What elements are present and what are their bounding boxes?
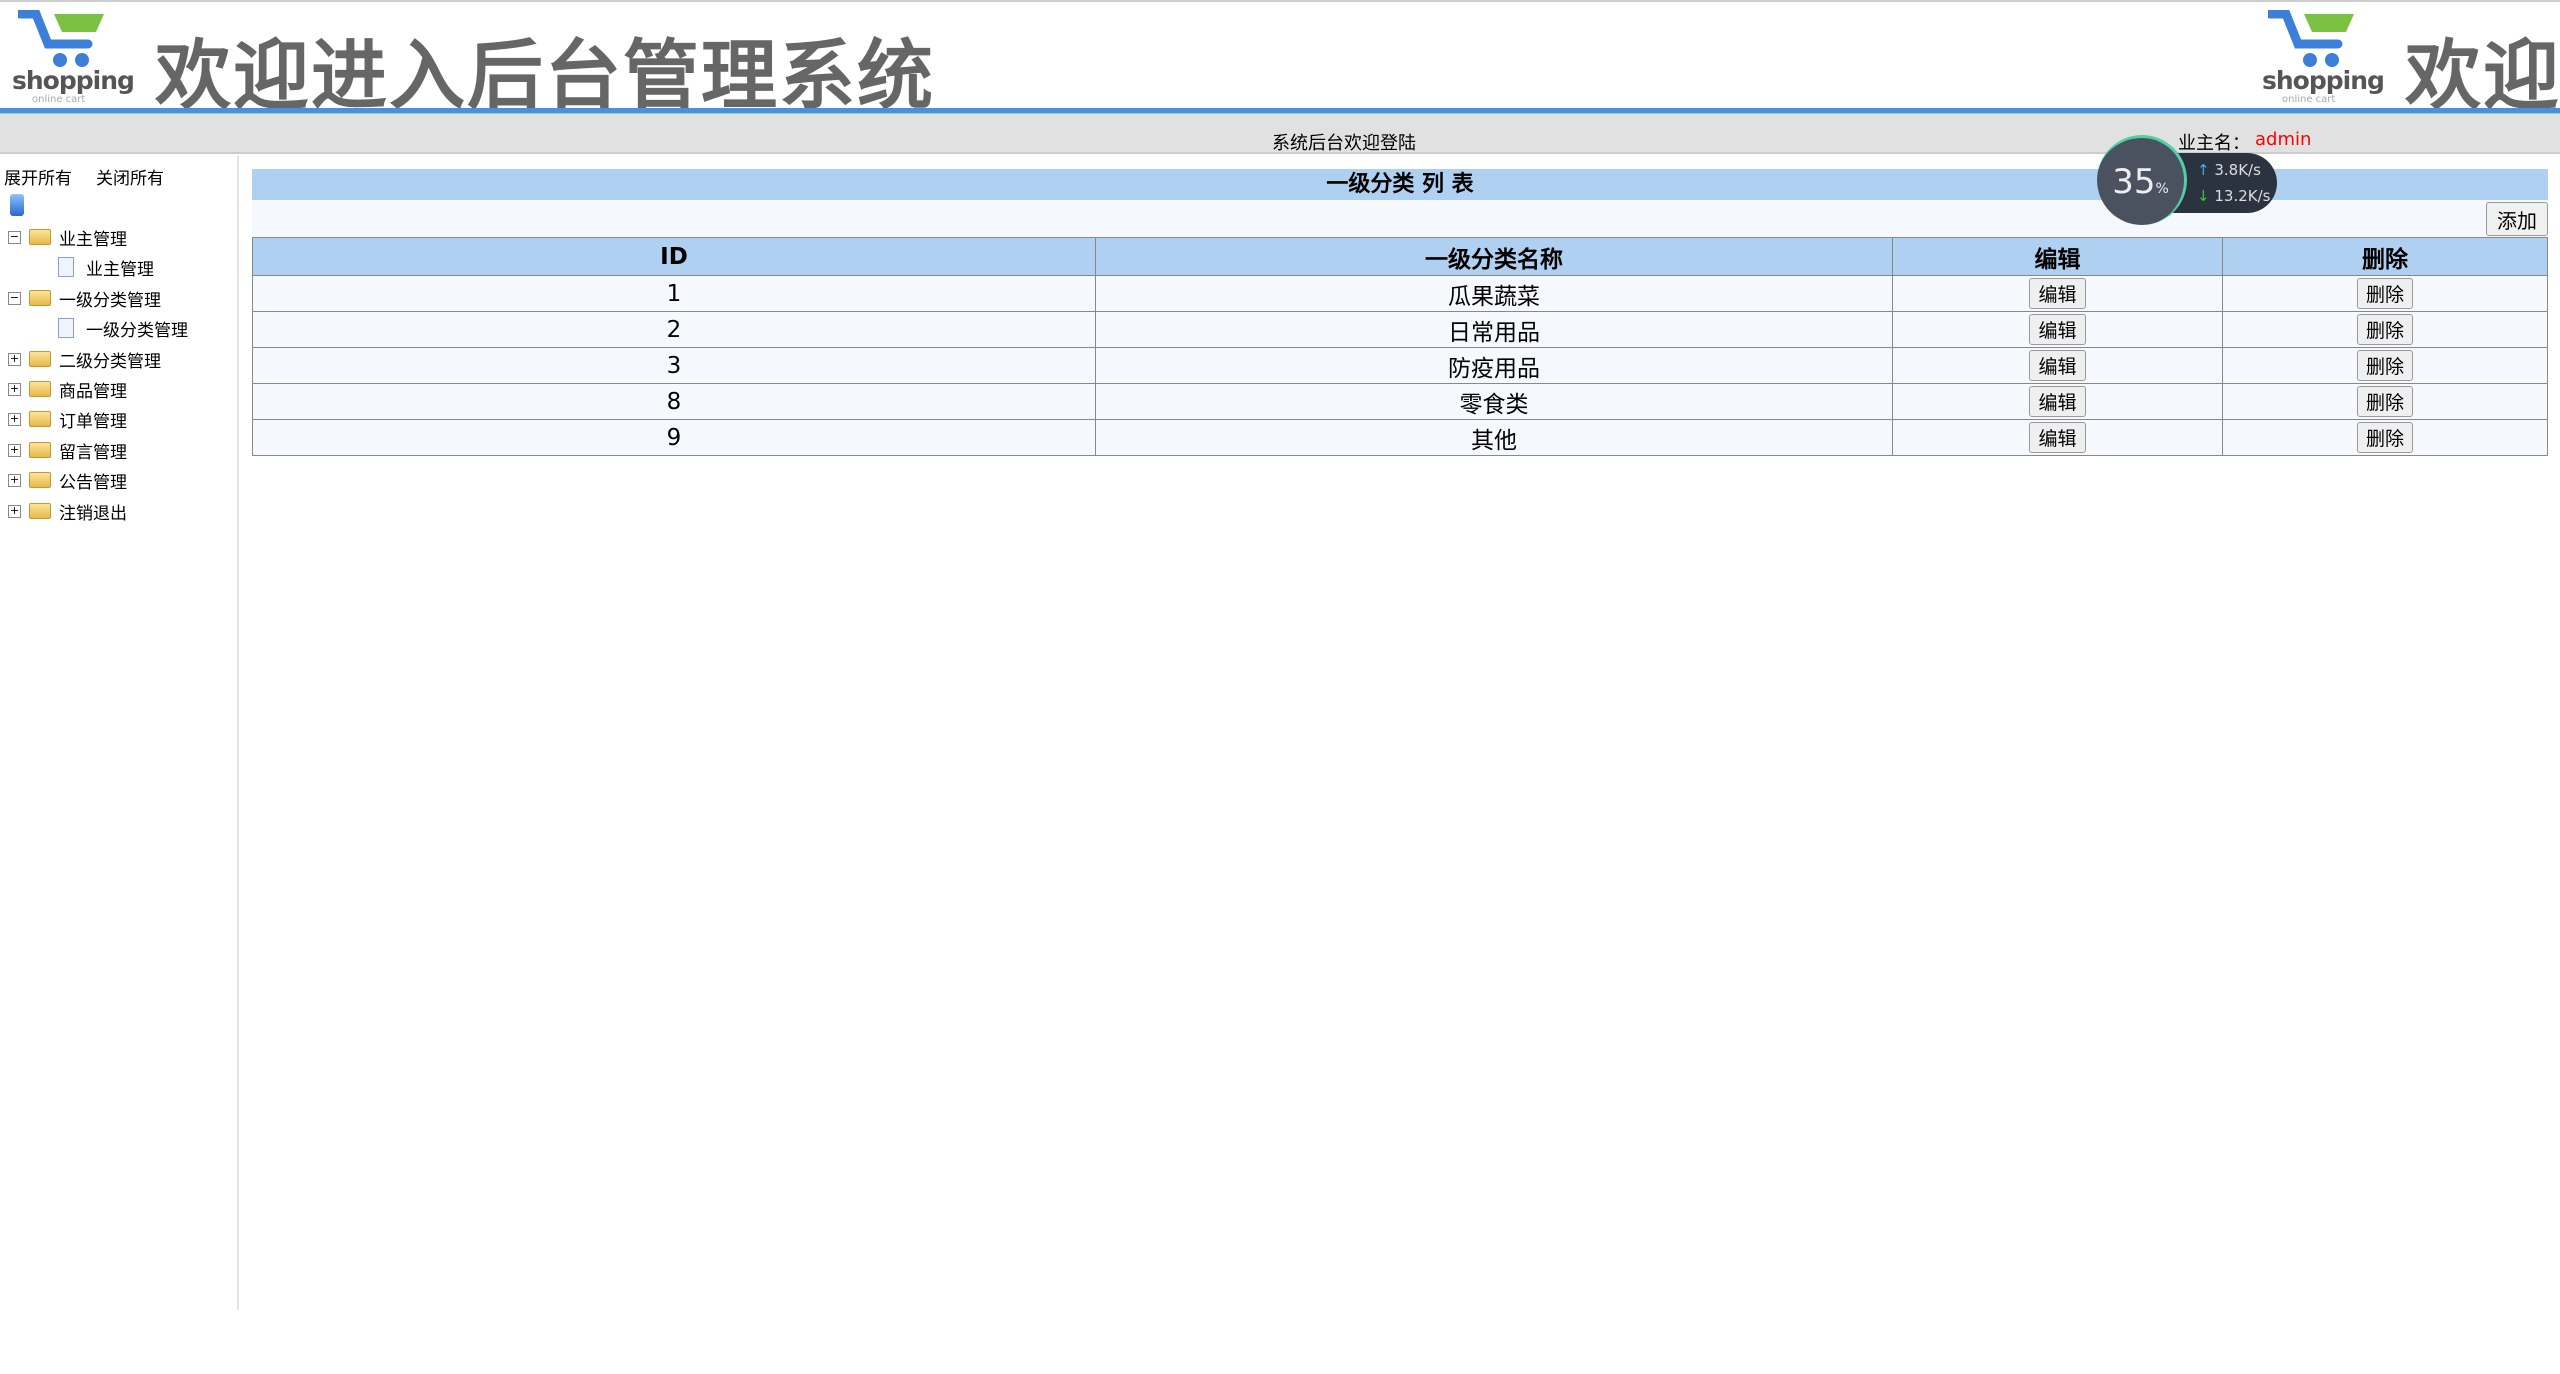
folder-open-icon	[29, 290, 51, 306]
cart-icon	[2268, 10, 2358, 68]
expand-icon[interactable]: +	[8, 474, 21, 487]
sidebar-tree: 展开所有 关闭所有 −业主管理 业主管理 −一级分类管理 一级分类管理 +二级分…	[0, 156, 239, 1310]
tree-item-orders[interactable]: +订单管理	[8, 405, 127, 433]
collapse-icon[interactable]: −	[8, 231, 21, 244]
folder-icon	[29, 411, 51, 427]
cell-id: 8	[253, 384, 1096, 420]
computer-icon	[10, 194, 24, 216]
banner-right: shopping online cart 欢迎进入后台管理系统	[2250, 2, 2560, 110]
upload-arrow-icon: ↑	[2197, 161, 2210, 179]
page-icon	[58, 318, 74, 338]
collapse-icon[interactable]: −	[8, 292, 21, 305]
collapse-all-link[interactable]: 关闭所有	[96, 164, 164, 189]
tree-item-messages[interactable]: +留言管理	[8, 436, 127, 464]
cell-name: 其他	[1096, 420, 1893, 456]
edit-button[interactable]: 编辑	[2029, 314, 2085, 345]
usage-gauge: 35%	[2097, 135, 2187, 225]
banner-title: 欢迎进入后台管理系统	[2405, 14, 2560, 110]
cell-id: 9	[253, 420, 1096, 456]
tree-leaf-owner[interactable]: 业主管理	[58, 253, 154, 281]
delete-button[interactable]: 删除	[2357, 350, 2413, 381]
banner-title: 欢迎进入后台管理系统	[155, 14, 935, 110]
expand-icon[interactable]: +	[8, 383, 21, 396]
category-table: ID 一级分类名称 编辑 删除 1 瓜果蔬菜 编辑 删除2 日常用品 编辑 删除…	[252, 237, 2548, 456]
expand-icon[interactable]: +	[8, 353, 21, 366]
delete-button[interactable]: 删除	[2357, 278, 2413, 309]
tree-item-products[interactable]: +商品管理	[8, 375, 127, 403]
tree-item-owner[interactable]: −业主管理	[8, 223, 127, 251]
expand-all-link[interactable]: 展开所有	[4, 164, 72, 189]
edit-button[interactable]: 编辑	[2029, 278, 2085, 309]
table-row: 2 日常用品 编辑 删除	[253, 312, 2548, 348]
expand-icon[interactable]: +	[8, 444, 21, 457]
column-header-delete: 删除	[2223, 238, 2548, 276]
banner-left: shopping online cart 欢迎进入后台管理系统	[0, 2, 960, 110]
tree-item-category1[interactable]: −一级分类管理	[8, 284, 161, 312]
welcome-text: 系统后台欢迎登陆	[1272, 129, 1416, 155]
tree-leaf-category1[interactable]: 一级分类管理	[58, 314, 188, 342]
table-row: 1 瓜果蔬菜 编辑 删除	[253, 276, 2548, 312]
tree-item-notices[interactable]: +公告管理	[8, 466, 127, 494]
folder-icon	[29, 351, 51, 367]
expand-icon[interactable]: +	[8, 505, 21, 518]
user-label: 业主名：	[2178, 129, 2250, 155]
expand-icon[interactable]: +	[8, 413, 21, 426]
add-button[interactable]: 添加	[2486, 202, 2548, 236]
tree-item-category2[interactable]: +二级分类管理	[8, 345, 161, 373]
cell-name: 防疫用品	[1096, 348, 1893, 384]
table-row: 9 其他 编辑 删除	[253, 420, 2548, 456]
cart-icon	[18, 10, 108, 68]
table-row: 3 防疫用品 编辑 删除	[253, 348, 2548, 384]
user-name: admin	[2255, 129, 2311, 150]
delete-button[interactable]: 删除	[2357, 314, 2413, 345]
column-header-edit: 编辑	[1893, 238, 2223, 276]
folder-icon	[29, 503, 51, 519]
shopping-logo: shopping online cart	[10, 6, 120, 106]
shopping-logo: shopping online cart	[2260, 6, 2370, 106]
folder-icon	[29, 472, 51, 488]
page-icon	[58, 257, 74, 277]
edit-button[interactable]: 编辑	[2029, 350, 2085, 381]
top-banner: shopping online cart 欢迎进入后台管理系统 shopping…	[0, 0, 2560, 110]
delete-button[interactable]: 删除	[2357, 386, 2413, 417]
upload-speed: 3.8K/s	[2214, 161, 2261, 179]
cell-id: 1	[253, 276, 1096, 312]
download-arrow-icon: ↓	[2197, 187, 2210, 205]
column-header-id: ID	[253, 238, 1096, 276]
cell-name: 零食类	[1096, 384, 1893, 420]
folder-open-icon	[29, 229, 51, 245]
delete-button[interactable]: 删除	[2357, 422, 2413, 453]
column-header-name: 一级分类名称	[1096, 238, 1893, 276]
info-bar: 系统后台欢迎登陆 业主名： admin	[0, 114, 2560, 154]
tree-item-logout[interactable]: +注销退出	[8, 497, 127, 525]
folder-icon	[29, 381, 51, 397]
cell-id: 2	[253, 312, 1096, 348]
cell-name: 瓜果蔬菜	[1096, 276, 1893, 312]
folder-icon	[29, 442, 51, 458]
download-speed: 13.2K/s	[2214, 187, 2270, 205]
table-row: 8 零食类 编辑 删除	[253, 384, 2548, 420]
edit-button[interactable]: 编辑	[2029, 386, 2085, 417]
cell-name: 日常用品	[1096, 312, 1893, 348]
cell-id: 3	[253, 348, 1096, 384]
edit-button[interactable]: 编辑	[2029, 422, 2085, 453]
